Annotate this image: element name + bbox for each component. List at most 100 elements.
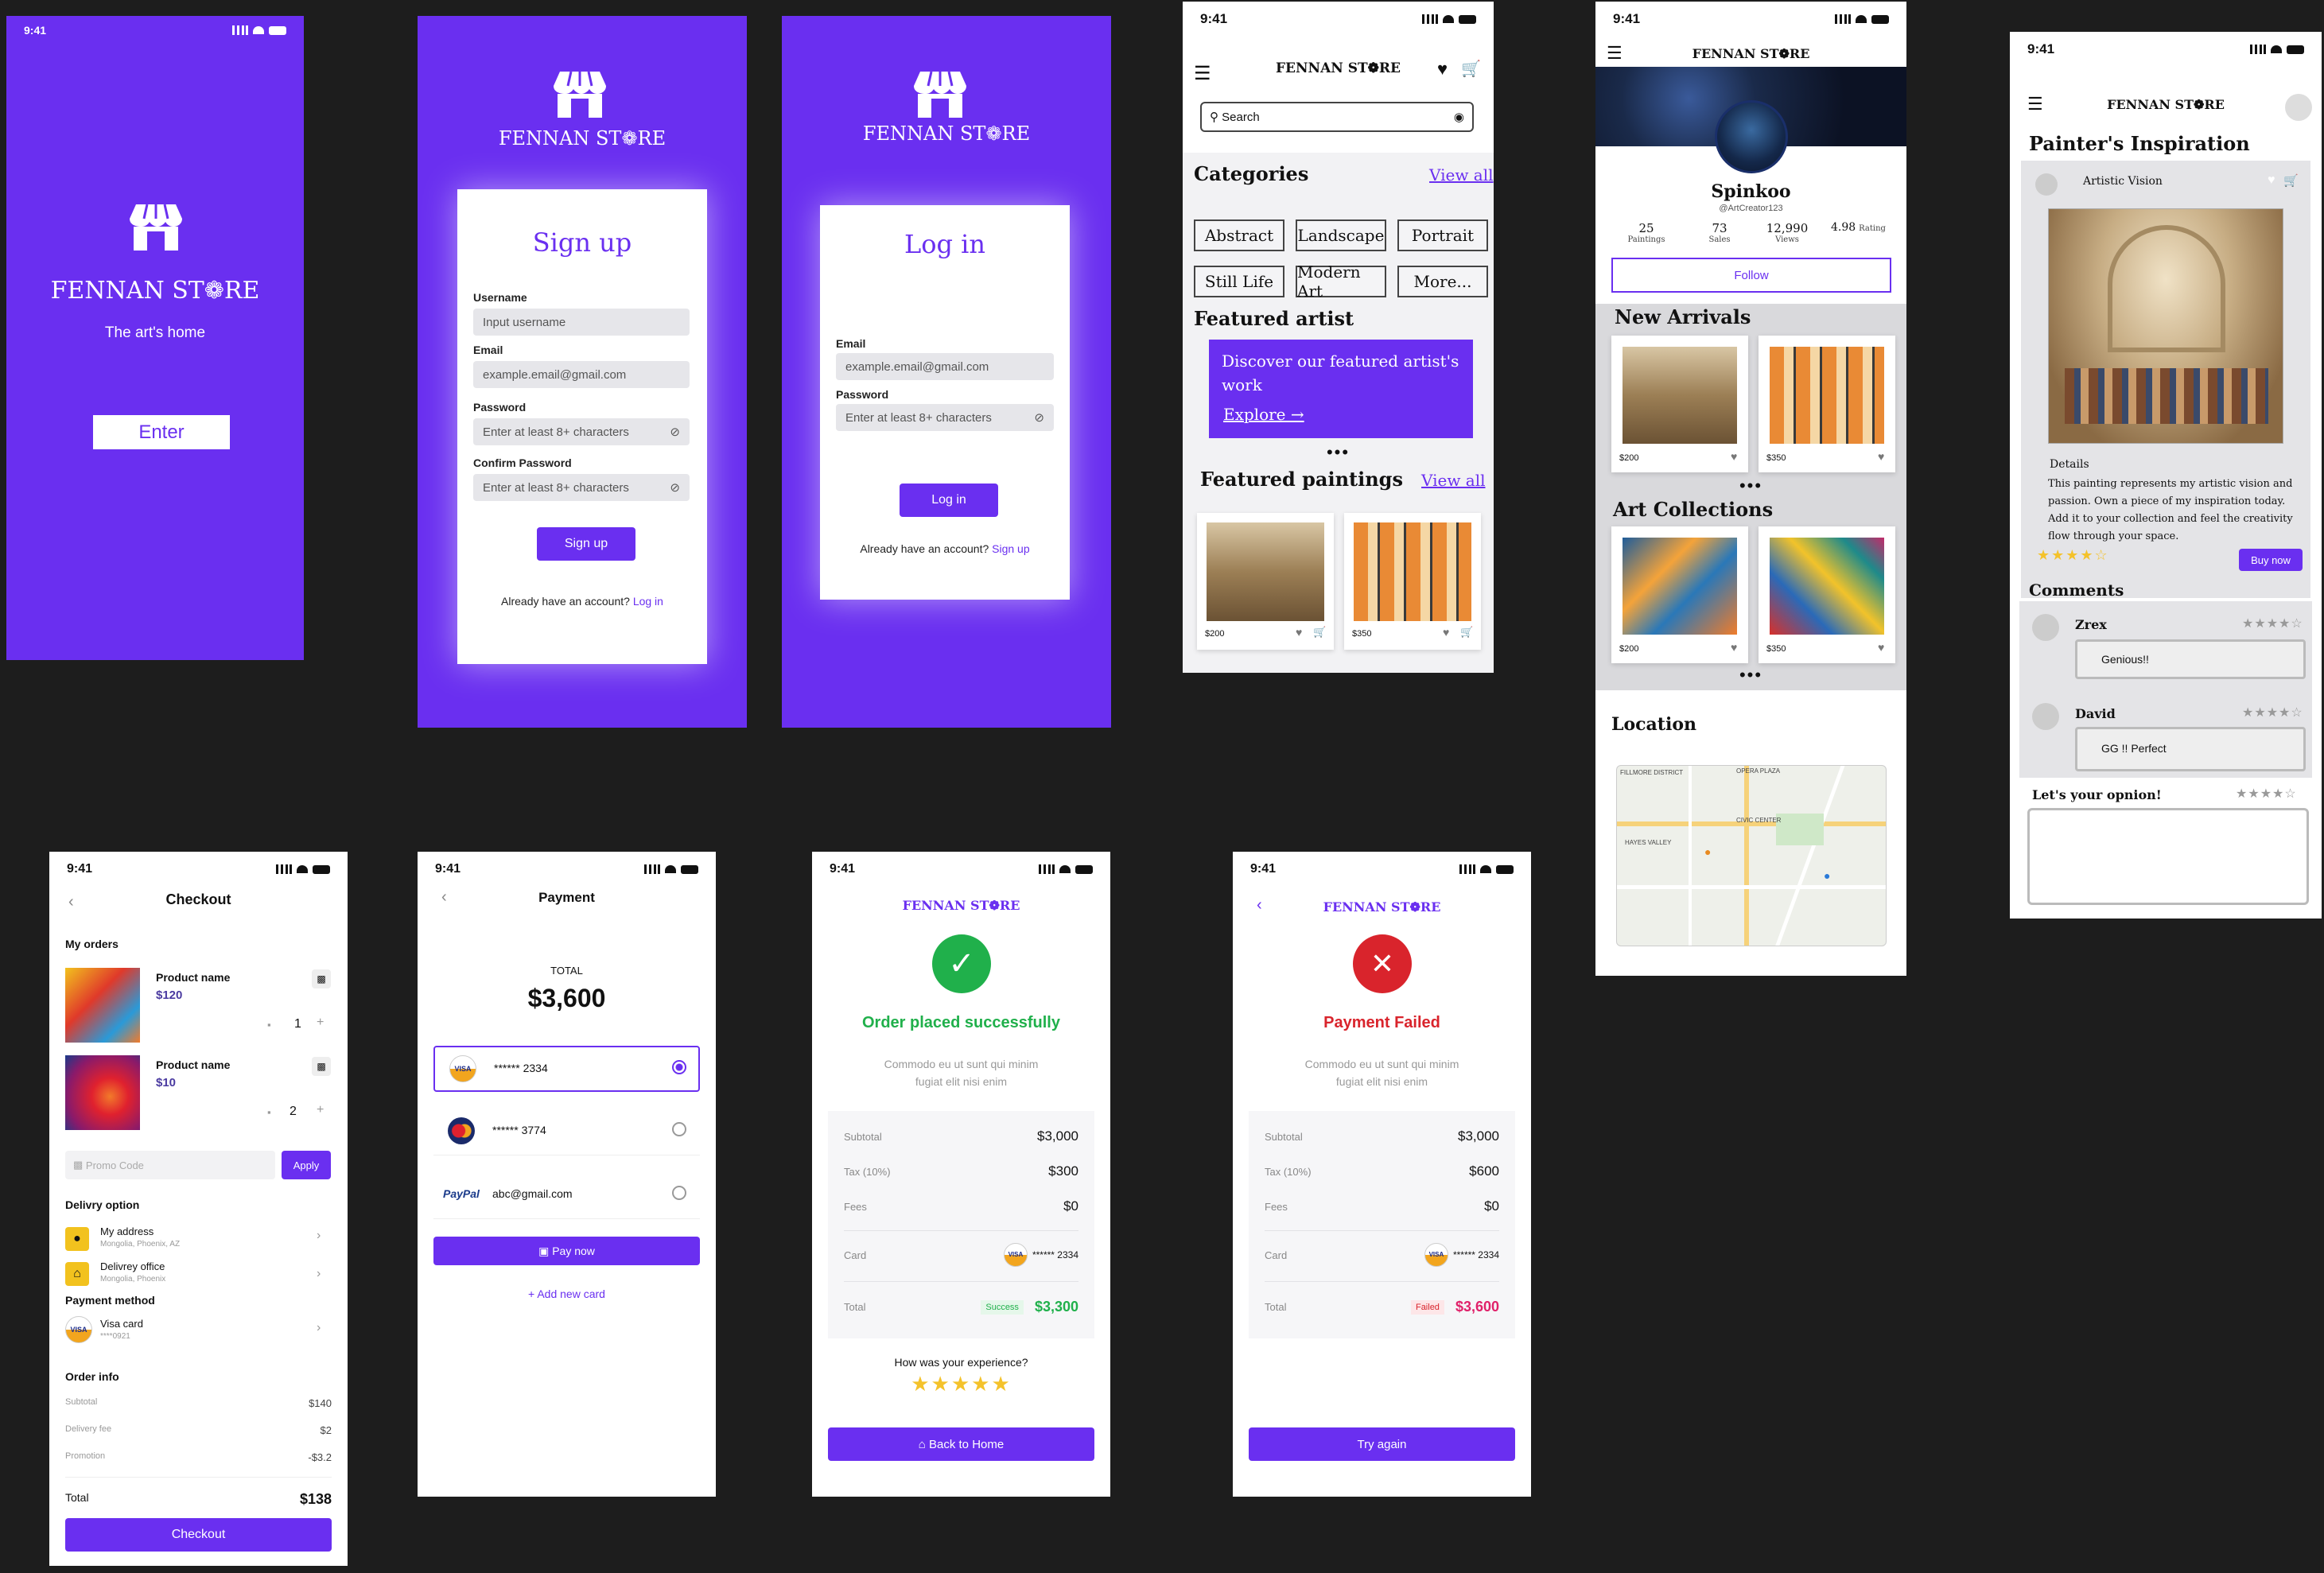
enter-button[interactable]: Enter — [93, 415, 230, 449]
card-option-mastercard[interactable]: ****** 3774 — [433, 1108, 700, 1155]
heart-icon[interactable]: ♥ — [2268, 173, 2275, 188]
cart-icon[interactable]: 🛒 — [1460, 626, 1473, 639]
category-portrait[interactable]: Portrait — [1397, 219, 1488, 251]
visa-card-number: ****0921 — [100, 1332, 130, 1341]
divider — [1265, 1230, 1499, 1231]
painting-card[interactable]: $200 ♥ — [1611, 336, 1748, 472]
add-new-card-link[interactable]: + Add new card — [418, 1288, 716, 1300]
follow-button[interactable]: Follow — [1611, 258, 1891, 293]
eye-off-icon[interactable]: ⊘ — [1034, 410, 1044, 425]
card-option-paypal[interactable]: PayPal abc@gmail.com — [433, 1171, 700, 1219]
card-option-visa[interactable]: VISA ****** 2334 — [433, 1046, 700, 1092]
eye-off-icon[interactable]: ⊘ — [670, 425, 680, 439]
minus-icon[interactable]: ▪ — [267, 1019, 271, 1031]
map-label: OPERA PLAZA — [1736, 767, 1781, 775]
paintings-view-all-link[interactable]: View all — [1421, 471, 1486, 490]
painting-card[interactable]: $200 ♥ 🛒 — [1197, 513, 1334, 650]
avatar[interactable] — [2285, 94, 2312, 121]
buy-now-button[interactable]: Buy now — [2239, 549, 2303, 571]
opinion-textarea[interactable] — [2027, 808, 2309, 905]
categories-view-all-link[interactable]: View all — [1429, 165, 1494, 184]
login-prompt: Already have an account? Log in — [457, 595, 707, 608]
location-pin-icon: ● — [65, 1227, 89, 1251]
trash-icon[interactable]: ▩ — [312, 1057, 331, 1076]
arch-shape — [2108, 225, 2225, 352]
visa-logo-icon: VISA — [449, 1055, 476, 1082]
category-modern-art[interactable]: Modern Art — [1296, 262, 1386, 301]
category-more[interactable]: More... — [1397, 266, 1488, 297]
divider — [844, 1281, 1078, 1282]
password-input[interactable]: Enter at least 8+ characters ⊘ — [473, 418, 690, 445]
explore-link[interactable]: Explore → — [1223, 405, 1304, 424]
detail-title: Painter's Inspiration — [2029, 132, 2250, 155]
success-subtitle: Commodo eu ut sunt qui minim fugiat elit… — [884, 1058, 1039, 1088]
trash-icon[interactable]: ▩ — [312, 969, 331, 988]
avatar — [2032, 703, 2059, 730]
plus-icon[interactable]: + — [317, 1103, 324, 1117]
chevron-right-icon[interactable]: › — [317, 1321, 321, 1335]
confirm-password-input[interactable]: Enter at least 8+ characters ⊘ — [473, 474, 690, 501]
heart-icon[interactable]: ♥ — [1878, 450, 1884, 463]
map-pin-icon[interactable]: ● — [1824, 869, 1830, 882]
password-input[interactable]: Enter at least 8+ characters ⊘ — [836, 404, 1054, 431]
camera-icon[interactable]: ◉ — [1454, 110, 1464, 124]
signup-button[interactable]: Sign up — [537, 527, 635, 561]
heart-icon[interactable]: ♥ — [1878, 641, 1884, 654]
cart-icon[interactable]: 🛒 — [1313, 626, 1326, 639]
try-again-button[interactable]: Try again — [1249, 1427, 1515, 1461]
heart-icon[interactable]: ♥ — [1296, 626, 1302, 639]
category-landscape[interactable]: Landscape — [1296, 219, 1386, 251]
stat-sales: 73 Sales — [1697, 221, 1742, 244]
radio-selected[interactable] — [672, 1060, 686, 1074]
back-home-button[interactable]: ⌂ Back to Home — [828, 1427, 1094, 1461]
location-map[interactable]: FILLMORE DISTRICT OPERA PLAZA CIVIC CENT… — [1616, 765, 1887, 946]
chevron-right-icon[interactable]: › — [317, 1229, 321, 1243]
heart-icon[interactable]: ♥ — [1731, 450, 1737, 463]
painting-card[interactable]: $200 ♥ — [1611, 526, 1748, 663]
splash-screen: 9:41 FENNAN ST❁RE The art's home Enter — [6, 16, 304, 660]
painting-card[interactable]: $350 ♥ 🛒 — [1344, 513, 1481, 650]
checkout-button[interactable]: Checkout — [65, 1518, 332, 1552]
subtotal-row: Subtotal $3,000 — [1249, 1128, 1515, 1144]
pay-now-button[interactable]: ▣ Pay now — [433, 1237, 700, 1265]
opinion-stars[interactable]: ★★★★☆ — [2236, 786, 2297, 802]
confirm-password-placeholder: Enter at least 8+ characters — [483, 480, 629, 495]
email-input[interactable]: example.email@gmail.com — [836, 353, 1054, 380]
eye-off-icon[interactable]: ⊘ — [670, 480, 680, 495]
heart-icon[interactable]: ♥ — [1731, 641, 1737, 654]
radio-unselected[interactable] — [672, 1122, 686, 1136]
status-bar: 9:41 — [418, 852, 716, 887]
plus-icon[interactable]: + — [317, 1016, 324, 1030]
search-input[interactable]: ⚲ Search ◉ — [1200, 102, 1474, 132]
stat-label: Rating — [1859, 224, 1886, 233]
map-road — [1774, 766, 1845, 946]
login-link[interactable]: Log in — [633, 595, 663, 608]
category-still-life[interactable]: Still Life — [1194, 266, 1284, 297]
signup-link[interactable]: Sign up — [992, 542, 1029, 555]
cart-icon[interactable]: 🛒 — [1461, 59, 1481, 79]
painting-card[interactable]: $350 ♥ — [1759, 526, 1895, 663]
map-pin-icon[interactable]: ● — [1704, 845, 1711, 858]
cart-icon[interactable]: 🛒 — [2283, 173, 2299, 188]
experience-stars[interactable]: ★★★★★ — [812, 1372, 1110, 1396]
confirm-password-label: Confirm Password — [473, 456, 572, 469]
subtotal-label: Subtotal — [844, 1130, 882, 1143]
apply-button[interactable]: Apply — [282, 1151, 331, 1179]
payment-method-label: Payment method — [65, 1294, 155, 1307]
username-input[interactable]: Input username — [473, 309, 690, 336]
painting-image — [1770, 347, 1884, 444]
heart-icon[interactable]: ♥ — [1443, 626, 1449, 639]
login-button[interactable]: Log in — [900, 484, 998, 517]
store-icon — [554, 71, 606, 118]
chevron-right-icon[interactable]: › — [317, 1267, 321, 1281]
heart-icon[interactable]: ♥ — [1437, 59, 1448, 80]
mastercard-logo-icon — [448, 1117, 475, 1144]
featured-artist-banner[interactable]: Discover our featured artist's work Expl… — [1209, 340, 1473, 438]
email-input[interactable]: example.email@gmail.com — [473, 361, 690, 388]
payment-screen: 9:41 ‹ Payment TOTAL $3,600 VISA ****** … — [418, 852, 716, 1497]
promo-code-input[interactable]: ▩ Promo Code — [65, 1151, 275, 1179]
radio-unselected[interactable] — [672, 1186, 686, 1200]
minus-icon[interactable]: ▪ — [267, 1106, 271, 1118]
category-abstract[interactable]: Abstract — [1194, 219, 1284, 251]
painting-card[interactable]: $350 ♥ — [1759, 336, 1895, 472]
